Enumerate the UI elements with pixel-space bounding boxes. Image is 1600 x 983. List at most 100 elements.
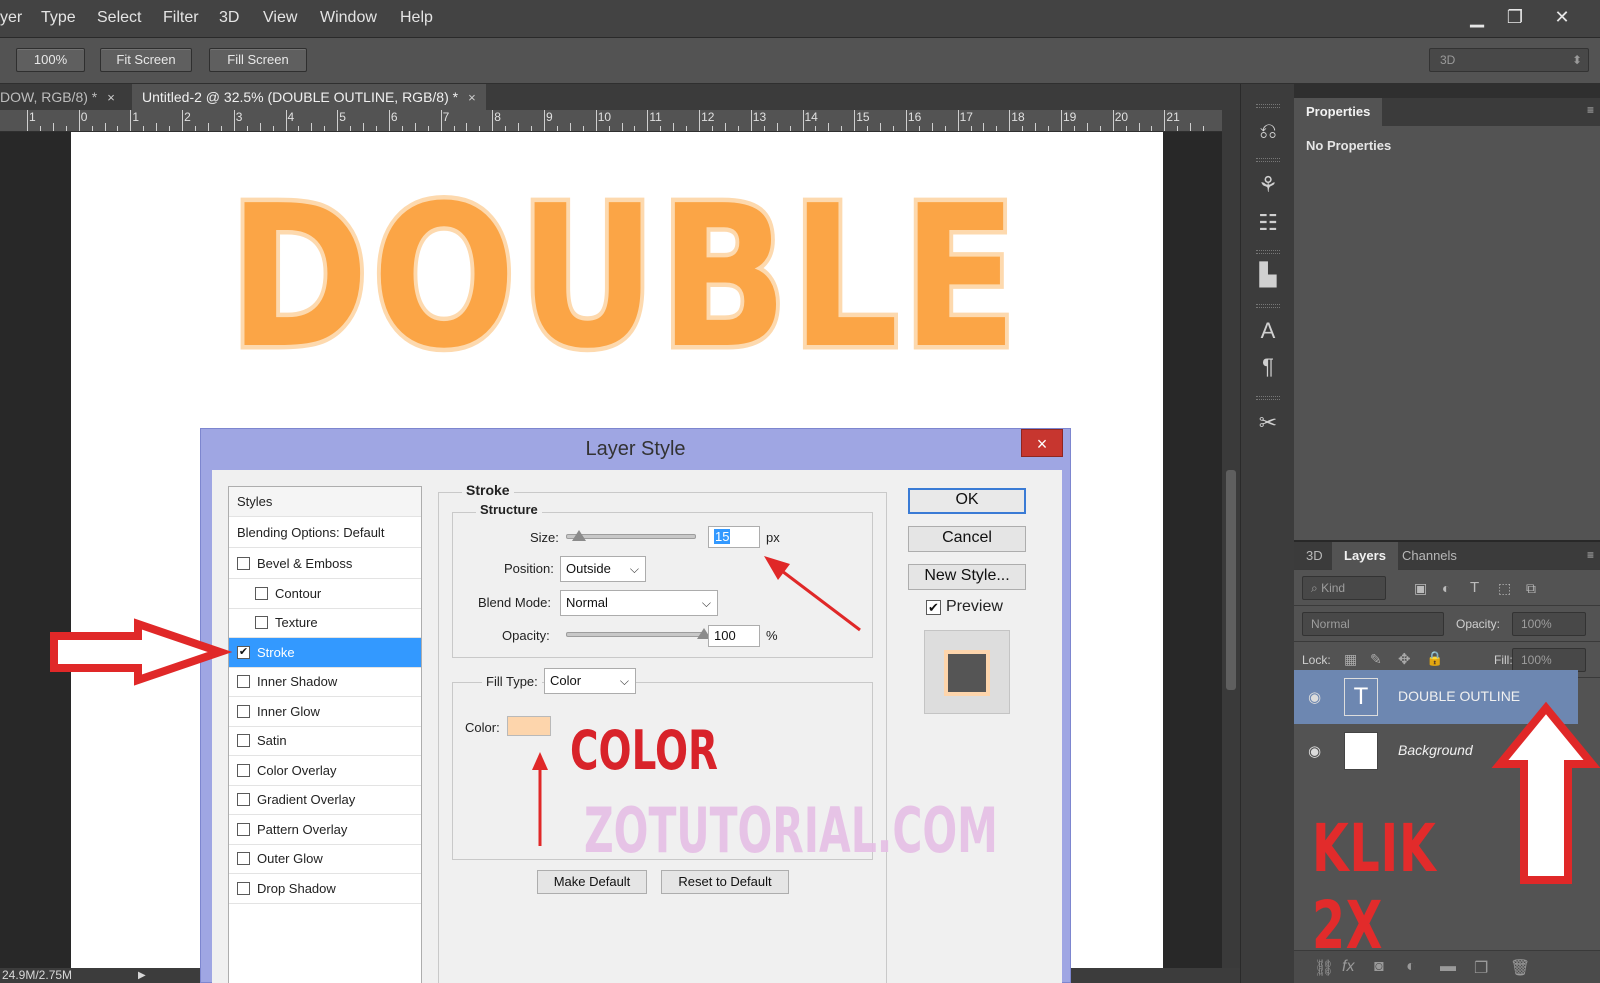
style-checkbox[interactable] [237,704,250,718]
adjustments-icon[interactable]: ☷ [1253,208,1283,238]
filter-kind-select[interactable]: ⌕ Kind [1302,576,1386,600]
tab-3d[interactable]: 3D [1294,542,1335,570]
blending-options-item[interactable]: Blending Options: Default [229,518,421,548]
layer-blend-mode-select[interactable]: Normal [1302,612,1444,636]
menu-help[interactable]: Help [400,9,433,27]
tab-channels[interactable]: Channels [1390,542,1469,570]
style-item-drop-shadow[interactable]: Drop Shadow [229,874,421,904]
play-arrow-icon[interactable]: ▶ [138,968,146,983]
fit-screen-button[interactable]: Fit Screen [100,48,192,72]
history-icon[interactable]: ⎌ [1253,116,1283,146]
visibility-eye-icon[interactable]: ◉ [1308,688,1321,706]
preview-checkbox[interactable]: ✔ [926,600,941,615]
style-item-stroke[interactable]: ✔ Stroke [229,637,421,668]
tab-properties[interactable]: Properties [1294,98,1383,126]
blend-mode-select[interactable]: Normal ⌵ [560,590,718,616]
style-checkbox[interactable] [237,881,250,895]
style-checkbox[interactable] [237,793,250,806]
minimize-button[interactable]: ▁ [1460,4,1494,30]
grip-handle[interactable] [1256,158,1280,162]
pixel-filter-icon[interactable]: ▣ [1414,580,1427,597]
styles-header[interactable]: Styles [229,487,421,517]
opacity-input[interactable]: 100 [708,625,760,647]
new-group-icon[interactable]: ▬ [1440,958,1456,976]
close-window-button[interactable]: ✕ [1545,4,1579,30]
cancel-button[interactable]: Cancel [908,526,1026,552]
dialog-close-button[interactable]: × [1021,429,1063,457]
fx-icon[interactable]: fx [1342,958,1354,976]
lock-pixels-icon[interactable]: ✎ [1370,651,1382,668]
lock-position-icon[interactable]: ✥ [1398,650,1411,668]
menu-window[interactable]: Window [320,9,377,27]
menu-layer[interactable]: yer [0,9,22,27]
zoom-100-button[interactable]: 100% [16,48,85,72]
panel-menu-icon[interactable]: ≡ [1587,103,1594,117]
menu-view[interactable]: View [263,9,297,27]
fill-type-select[interactable]: Color ⌵ [544,668,636,694]
style-checkbox[interactable] [237,822,250,836]
style-checkbox[interactable] [237,763,250,777]
restore-button[interactable]: ❐ [1498,4,1532,30]
new-layer-icon[interactable]: ❐ [1474,958,1488,978]
paragraph-icon[interactable]: ¶ [1253,352,1283,382]
style-checkbox[interactable] [255,586,268,600]
size-input[interactable]: 15 [708,526,760,548]
vertical-scrollbar[interactable] [1222,110,1240,968]
style-item-color-overlay[interactable]: Color Overlay [229,756,421,786]
grip-handle[interactable] [1256,104,1280,108]
stroke-color-swatch[interactable] [507,716,551,736]
style-item-gradient-overlay[interactable]: Gradient Overlay [229,785,421,815]
lock-all-icon[interactable]: 🔒 [1426,650,1443,667]
style-checkbox[interactable] [237,734,250,747]
layer-name[interactable]: DOUBLE OUTLINE [1398,688,1520,704]
adjustment-filter-icon[interactable]: ◐ [1442,580,1450,596]
character-icon[interactable]: A [1253,316,1283,346]
visibility-eye-icon[interactable]: ◉ [1308,742,1321,760]
style-item-pattern-overlay[interactable]: Pattern Overlay [229,815,421,845]
grip-handle[interactable] [1256,396,1280,400]
ok-button[interactable]: OK [908,488,1026,514]
style-checkbox[interactable] [237,852,250,865]
make-default-button[interactable]: Make Default [537,870,647,894]
tool-presets-icon[interactable]: ✂ [1253,408,1283,438]
panel-collapse-bar[interactable] [1294,84,1600,98]
menu-3d[interactable]: 3D [219,9,239,27]
lock-transparency-icon[interactable]: ▦ [1344,651,1357,668]
new-style-button[interactable]: New Style... [908,564,1026,590]
style-item-bevel-emboss[interactable]: Bevel & Emboss [229,549,421,579]
style-item-satin[interactable]: Satin [229,726,421,756]
style-checkbox[interactable] [237,557,250,570]
tab-document-2[interactable]: Untitled-2 @ 32.5% (DOUBLE OUTLINE, RGB/… [132,84,486,110]
layer-opacity-field[interactable]: 100% [1512,612,1586,636]
layer-name[interactable]: Background [1398,742,1473,758]
brush-presets-icon[interactable]: ⚘ [1253,170,1283,200]
link-layers-icon[interactable]: ⛓ [1314,958,1334,978]
style-item-texture[interactable]: Texture [229,608,421,638]
style-checkbox[interactable] [255,616,268,629]
tab-layers[interactable]: Layers [1332,542,1398,570]
menu-filter[interactable]: Filter [163,9,199,27]
fill-screen-button[interactable]: Fill Screen [209,48,307,72]
style-item-contour[interactable]: Contour [229,579,421,609]
clone-source-icon[interactable]: ▙ [1253,260,1283,290]
type-filter-icon[interactable]: T [1470,579,1479,596]
menu-type[interactable]: Type [41,9,76,27]
layer-fill-field[interactable]: 100% [1512,648,1586,672]
workspace-select[interactable]: 3D ⬍ [1429,48,1589,72]
opacity-slider[interactable] [566,632,704,637]
close-tab-icon[interactable]: × [107,90,115,105]
scrollbar-thumb[interactable] [1226,470,1236,690]
tab-document-1[interactable]: DOW, RGB/8) * × [0,84,125,110]
panel-menu-icon[interactable]: ≡ [1587,548,1594,562]
layer-row-background[interactable]: ◉ Background [1294,724,1578,778]
smart-object-filter-icon[interactable]: ⧉ [1526,580,1536,597]
style-checkbox[interactable]: ✔ [237,645,250,659]
add-mask-icon[interactable]: ◙ [1374,958,1384,976]
size-slider-thumb[interactable] [572,530,586,541]
style-item-outer-glow[interactable]: Outer Glow [229,844,421,874]
grip-handle[interactable] [1256,304,1280,308]
new-adjustment-icon[interactable]: ◐ [1406,958,1416,976]
layer-row-double-outline[interactable]: ◉ T DOUBLE OUTLINE [1294,670,1578,724]
reset-to-default-button[interactable]: Reset to Default [661,870,789,894]
shape-filter-icon[interactable]: ⬚ [1498,580,1511,597]
